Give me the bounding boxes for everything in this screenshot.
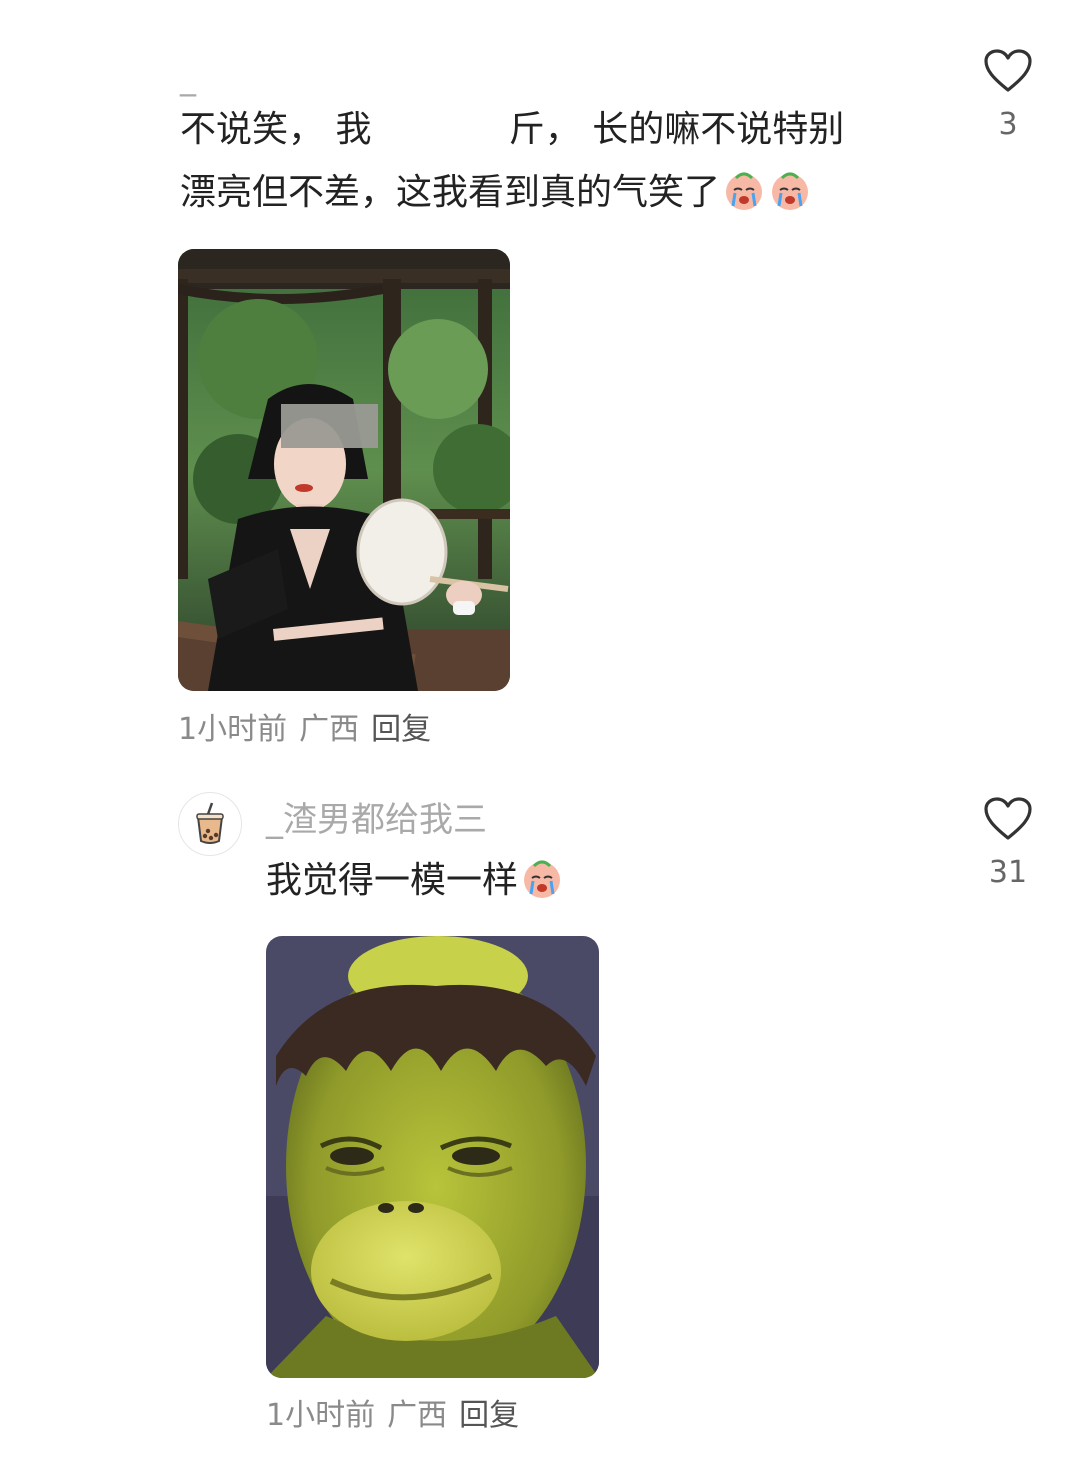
comment-image[interactable] (178, 249, 510, 691)
like-button[interactable]: 3 (978, 48, 1038, 142)
crying-face-emoji (726, 172, 763, 210)
crying-face-emoji (772, 172, 809, 210)
comment-location: 广西 (299, 712, 360, 747)
comment-text-line2-text: 漂亮但不差，这我看到真的气笑了 (180, 172, 721, 213)
reply-button[interactable]: 回复 (459, 1398, 519, 1433)
comment-time: 1小时前 (178, 712, 288, 747)
bubble-tea-icon (196, 802, 224, 844)
heart-outline-icon (984, 797, 1032, 840)
like-count: 3 (998, 107, 1018, 142)
comment-image[interactable] (266, 936, 599, 1378)
comment-text-content: 我觉得一模一样 (266, 860, 519, 901)
comment-username[interactable]: _ (180, 58, 196, 98)
comment-text: 我觉得一模一样 (266, 856, 564, 905)
crying-face-emoji (524, 860, 561, 898)
comment-meta: 1小时前 广西 回复 (178, 710, 443, 750)
comment-location: 广西 (387, 1398, 448, 1433)
comment-meta: 1小时前 广西 回复 (266, 1396, 531, 1436)
reply-button[interactable]: 回复 (371, 712, 431, 747)
comment-time: 1小时前 (266, 1398, 376, 1433)
photo-green-alien-face (266, 936, 599, 1378)
comment-text-line2: 漂亮但不差，这我看到真的气笑了 (180, 168, 812, 217)
like-count: 31 (988, 855, 1028, 890)
comment-text-line1: 不说笑， 我 斤， 长的嘛不说特别 (180, 109, 845, 150)
avatar[interactable] (178, 792, 242, 856)
like-button[interactable]: 31 (978, 796, 1038, 890)
comment-username[interactable]: _渣男都给我三 (266, 798, 487, 842)
heart-outline-icon (984, 49, 1032, 92)
photo-woman-with-fan (178, 249, 510, 691)
